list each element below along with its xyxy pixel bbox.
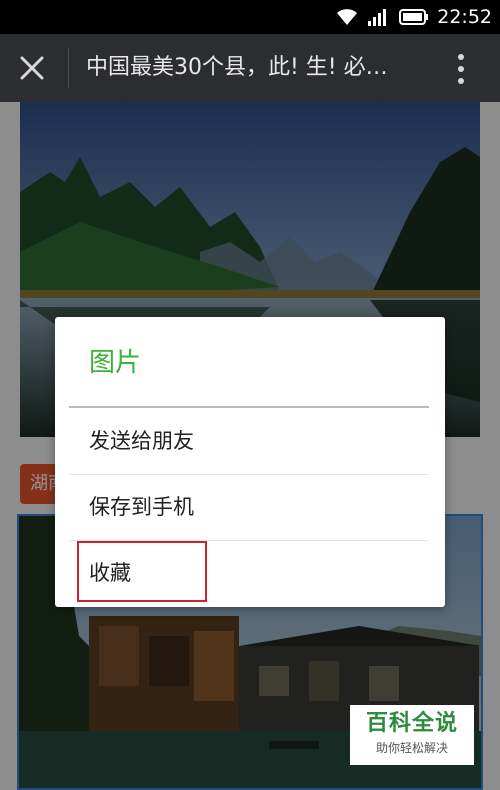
highlight-annotation [77,541,207,602]
page-title: 中国最美30个县，此! 生! 必… [86,55,388,80]
title-bar: 中国最美30个县，此! 生! 必… [0,34,500,102]
signal-icon [368,9,387,26]
watermark-title: 百科全说 [365,711,458,736]
menu-item-send-to-friend[interactable]: 发送给朋友 [55,408,445,474]
status-icons: 22:52 [335,6,492,28]
more-vertical-icon [458,54,464,84]
battery-icon [399,9,429,25]
close-button[interactable] [14,50,50,86]
title-divider [68,48,69,88]
watermark-logo: 百科全说 助你轻松解决 [350,705,474,765]
more-button[interactable] [446,52,476,86]
wifi-icon [337,9,358,25]
status-bar: 22:52 [0,0,500,34]
menu-item-save-to-phone[interactable]: 保存到手机 [55,474,445,540]
watermark-subtitle: 助你轻松解决 [375,741,448,755]
status-time: 22:52 [437,6,492,28]
dialog-title: 图片 [89,348,142,378]
close-icon [20,56,44,80]
